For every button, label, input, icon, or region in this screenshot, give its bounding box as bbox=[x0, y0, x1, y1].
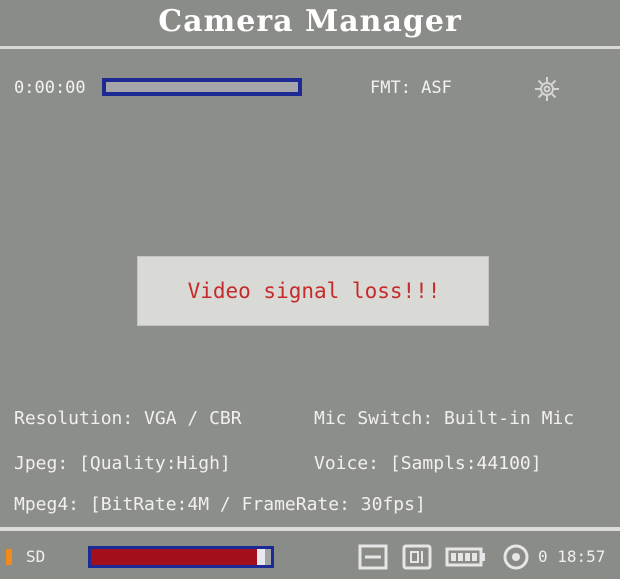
title-bar: Camera Manager bbox=[0, 0, 620, 49]
format-label: FMT: ASF bbox=[370, 78, 452, 98]
video-signal-notice: Video signal loss!!! bbox=[137, 256, 489, 326]
recording-progress-bar bbox=[102, 78, 302, 96]
window-title: Camera Manager bbox=[158, 4, 462, 39]
storage-usage-marker bbox=[257, 549, 265, 565]
sd-slot-icon[interactable] bbox=[402, 543, 432, 575]
recording-progress-fill bbox=[106, 82, 298, 92]
jpeg-info: Jpeg: [Quality:High] bbox=[14, 453, 231, 474]
resolution-info: Resolution: VGA / CBR bbox=[14, 408, 242, 429]
mic-switch-info: Mic Switch: Built-in Mic bbox=[314, 408, 575, 429]
mpeg4-info: Mpeg4: [BitRate:4M / FrameRate: 30fps] bbox=[14, 494, 426, 515]
battery-icon bbox=[445, 543, 487, 575]
record-button-icon[interactable] bbox=[502, 543, 530, 575]
storage-usage-fill bbox=[91, 549, 259, 565]
camera-manager-screen: Camera Manager 0:00:00 FMT: ASF Video si… bbox=[0, 0, 620, 579]
sd-label: SD bbox=[26, 547, 46, 566]
settings-gear-icon[interactable] bbox=[533, 75, 561, 103]
voice-info: Voice: [Sampls:44100] bbox=[314, 453, 542, 474]
recording-indicator-icon bbox=[6, 549, 12, 565]
elapsed-time: 0:00:00 bbox=[14, 78, 86, 98]
clock: 0 18:57 bbox=[538, 547, 606, 566]
storage-usage-bar bbox=[88, 546, 274, 568]
display-mode-icon[interactable] bbox=[358, 543, 388, 575]
notice-message: Video signal loss!!! bbox=[187, 279, 441, 303]
